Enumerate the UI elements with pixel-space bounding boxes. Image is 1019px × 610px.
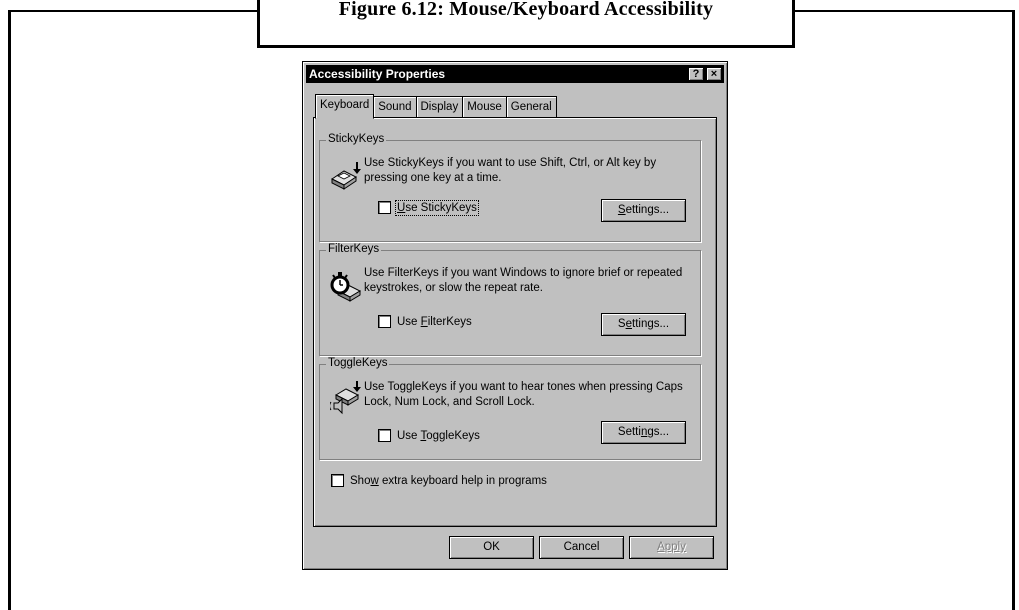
togglekeys-settings-label-suffix: gs...: [647, 426, 670, 438]
speaker-key-icon: [329, 381, 362, 415]
tab-mouse[interactable]: Mouse: [462, 96, 507, 118]
filterkeys-description: Use FilterKeys if you want Windows to ig…: [364, 267, 683, 294]
ok-button[interactable]: OK: [449, 536, 534, 559]
tab-strip: Keyboard Sound Display Mouse General: [315, 94, 557, 119]
filterkeys-group-title: FilterKeys: [326, 243, 382, 255]
show-extra-keyboard-help-checkbox[interactable]: [331, 474, 344, 487]
use-filterkeys-mnemonic: F: [420, 315, 428, 328]
togglekeys-description: Use ToggleKeys if you want to hear tones…: [364, 381, 683, 408]
figure-caption-box: Figure 6.12: Mouse/Keyboard Accessibilit…: [257, 0, 795, 48]
use-togglekeys-option[interactable]: Use ToggleKeys: [378, 429, 480, 442]
close-button[interactable]: ×: [706, 67, 722, 81]
tab-keyboard[interactable]: Keyboard: [315, 94, 375, 119]
stickykeys-settings-label: ettings...: [625, 204, 670, 216]
show-extra-keyboard-help-label: Show extra keyboard help in programs: [350, 475, 547, 487]
stopwatch-key-icon: [330, 271, 362, 302]
stickykeys-group: StickyKeys Use StickyKeys if you want to…: [319, 133, 701, 242]
window-title: Accessibility Properties: [309, 67, 446, 81]
togglekeys-settings-label-prefix: Setti: [617, 426, 641, 438]
use-stickykeys-checkbox[interactable]: [378, 201, 391, 214]
filterkeys-settings-label-suffix: ttings...: [632, 318, 670, 330]
use-togglekeys-label: Use ToggleKeys: [397, 430, 480, 442]
use-stickykeys-label-suffix: se StickyKeys: [405, 201, 477, 214]
accessibility-properties-window: Accessibility Properties ? × Keyboard So…: [302, 61, 728, 570]
togglekeys-settings-button[interactable]: Settings...: [601, 421, 686, 444]
use-filterkeys-checkbox[interactable]: [378, 315, 391, 328]
use-filterkeys-label: Use FilterKeys: [397, 316, 472, 328]
tab-general[interactable]: General: [505, 96, 557, 118]
title-bar[interactable]: Accessibility Properties ? ×: [306, 65, 724, 83]
use-togglekeys-checkbox[interactable]: [378, 429, 391, 442]
use-stickykeys-option[interactable]: Use StickyKeys: [378, 199, 479, 216]
stickykeys-group-title: StickyKeys: [326, 133, 387, 145]
show-extra-help-mnemonic: w: [370, 474, 379, 487]
tab-display[interactable]: Display: [415, 96, 464, 118]
stickykeys-settings-mnemonic: S: [617, 204, 626, 216]
show-extra-keyboard-help-option[interactable]: Show extra keyboard help in programs: [331, 474, 547, 487]
use-filterkeys-label-suffix: ilterKeys: [427, 315, 472, 328]
use-stickykeys-label: Use StickyKeys: [395, 199, 479, 216]
filterkeys-settings-label-prefix: S: [617, 318, 626, 330]
stickykeys-description: Use StickyKeys if you want to use Shift,…: [364, 157, 657, 184]
figure-caption: Figure 6.12: Mouse/Keyboard Accessibilit…: [338, 0, 714, 20]
stickykeys-settings-button[interactable]: Settings...: [601, 199, 686, 222]
use-filterkeys-label-prefix: Use: [397, 315, 421, 328]
keyboard-arrow-icon: [330, 161, 362, 191]
cancel-button[interactable]: Cancel: [539, 536, 624, 559]
togglekeys-group: ToggleKeys Use ToggleKeys if you want to…: [319, 357, 701, 460]
apply-button[interactable]: Apply: [629, 536, 714, 559]
title-buttons: ? ×: [688, 67, 722, 81]
filterkeys-group: FilterKeys Use FilterKeys if you want Wi…: [319, 243, 701, 356]
apply-button-label: Apply: [657, 541, 686, 553]
filterkeys-settings-button[interactable]: Settings...: [601, 313, 686, 336]
show-extra-help-label-prefix: Sho: [350, 474, 371, 487]
tab-sound[interactable]: Sound: [373, 96, 417, 118]
help-button[interactable]: ?: [688, 67, 704, 81]
use-togglekeys-label-suffix: oggleKeys: [426, 429, 480, 442]
use-togglekeys-label-prefix: Use: [397, 429, 421, 442]
show-extra-help-label-suffix: extra keyboard help in programs: [378, 474, 547, 487]
use-filterkeys-option[interactable]: Use FilterKeys: [378, 315, 472, 328]
togglekeys-group-title: ToggleKeys: [326, 357, 390, 369]
